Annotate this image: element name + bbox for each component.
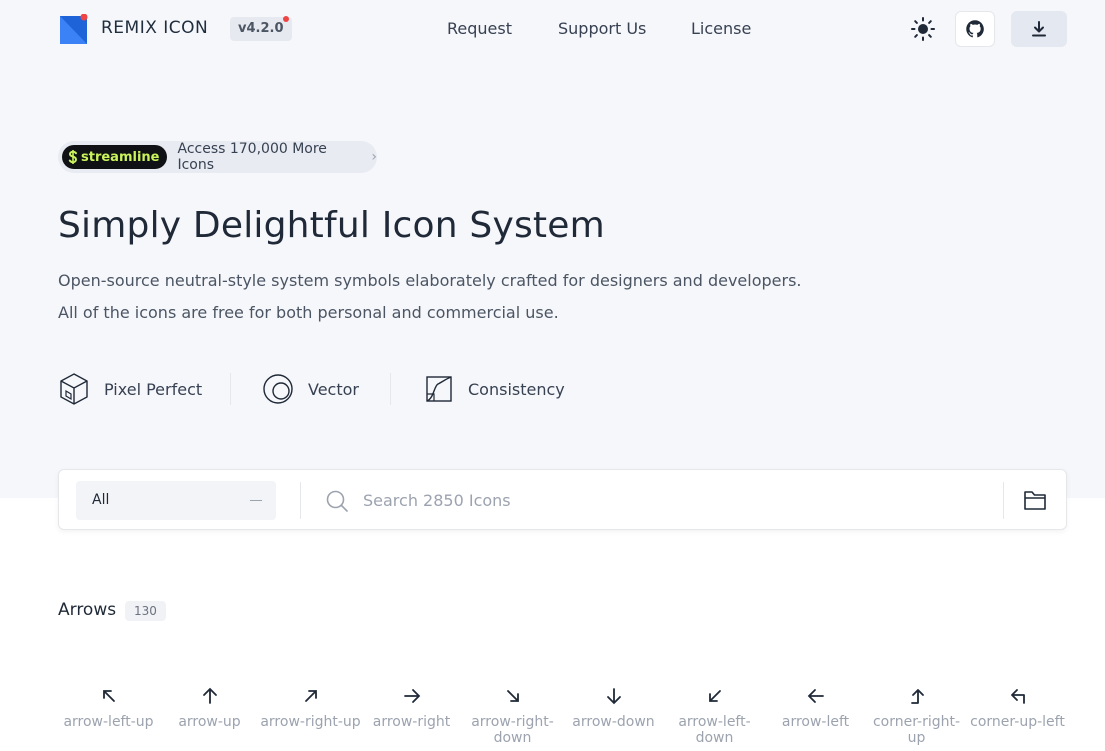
streamline-badge-label: streamline [81, 149, 160, 165]
icon-card[interactable]: arrow-left-down [664, 683, 765, 751]
section-title: Arrows [58, 600, 117, 620]
icon-label: arrow-left-down [678, 714, 751, 746]
select-indicator-icon [250, 500, 262, 501]
icon-label: arrow-right-up [260, 714, 361, 730]
category-select[interactable]: All [76, 481, 276, 520]
github-icon [966, 20, 984, 38]
arrow-left-icon [807, 689, 824, 703]
search-icon [326, 490, 348, 512]
icon-label: arrow-left [781, 714, 850, 730]
section-count-badge: 130 [125, 601, 166, 621]
folder-icon[interactable] [1022, 487, 1048, 513]
sun-icon[interactable] [910, 16, 936, 42]
icon-card[interactable]: corner-right-up [866, 683, 967, 751]
chevron-right-icon: › [371, 149, 377, 165]
icon-card[interactable]: arrow-up [159, 683, 260, 751]
github-button[interactable] [955, 11, 995, 47]
arrow-left-up-icon [102, 690, 115, 702]
icon-card[interactable]: arrow-left [765, 683, 866, 751]
consistency-icon [426, 376, 452, 402]
feature-label: Consistency [468, 379, 565, 399]
feature-pixel-perfect: Pixel Perfect [58, 372, 202, 406]
arrow-right-icon [403, 689, 420, 703]
vector-circle-icon [263, 374, 293, 404]
nav-request[interactable]: Request [447, 19, 512, 38]
corner-right-up-icon [910, 689, 924, 704]
feature-divider [230, 373, 231, 405]
icon-label: arrow-up [178, 714, 241, 730]
download-button[interactable] [1011, 11, 1067, 47]
icon-card[interactable]: arrow-left-up [58, 683, 159, 751]
feature-consistency: Consistency [424, 372, 565, 406]
streamline-badge: streamline [62, 145, 168, 169]
icon-label: corner-right-up [872, 714, 961, 746]
search-divider [1003, 482, 1004, 519]
icon-label: arrow-right-down [471, 714, 554, 746]
download-icon [1032, 21, 1046, 37]
hero-background [0, 0, 1105, 498]
description-line-1: Open-source neutral-style system symbols… [58, 271, 802, 290]
arrow-left-down-icon [708, 690, 721, 702]
brand-name[interactable]: REMIX ICON [101, 18, 208, 38]
corner-up-left-icon [1010, 689, 1025, 704]
description-line-2: All of the icons are free for both perso… [58, 303, 559, 322]
icon-label: corner-up-left [970, 714, 1065, 730]
arrow-up-icon [202, 687, 217, 704]
arrow-right-down-icon [506, 690, 519, 702]
feature-divider [390, 373, 391, 405]
header: REMIX ICON v4.2.0 Request Support Us Lic… [0, 0, 1105, 58]
dollar-s-icon [68, 150, 78, 164]
nav-license[interactable]: License [691, 19, 751, 38]
version-badge[interactable]: v4.2.0 [230, 17, 292, 41]
feature-label: Vector [308, 379, 359, 399]
streamline-promo[interactable]: streamline Access 170,000 More Icons › [58, 141, 377, 173]
search-divider [300, 482, 301, 519]
arrow-down-icon [606, 688, 621, 705]
nav-support-us[interactable]: Support Us [558, 19, 646, 38]
icon-card[interactable]: arrow-right-down [462, 683, 563, 751]
icon-card[interactable]: arrow-right-up [260, 683, 361, 751]
icon-label: arrow-down [572, 714, 655, 730]
arrow-right-up-icon [304, 690, 317, 702]
page-title: Simply Delightful Icon System [58, 205, 605, 246]
promo-text: Access 170,000 More Icons [177, 141, 327, 173]
icon-grid: arrow-left-up arrow-up arrow-right-up ar… [58, 683, 1067, 751]
feature-label: Pixel Perfect [104, 379, 203, 399]
search-input[interactable] [363, 484, 983, 516]
remix-logo-icon[interactable] [60, 14, 90, 44]
update-dot [283, 16, 289, 22]
cube-icon [60, 373, 88, 405]
icon-label: arrow-left-up [63, 714, 154, 730]
icon-card[interactable]: arrow-right [361, 683, 462, 751]
feature-vector: Vector [262, 372, 359, 406]
category-select-value: All [92, 492, 110, 508]
icon-card[interactable]: arrow-down [563, 683, 664, 751]
search-bar: All [58, 469, 1067, 530]
icon-card[interactable]: corner-up-left [967, 683, 1068, 751]
icon-label: arrow-right [372, 714, 451, 730]
